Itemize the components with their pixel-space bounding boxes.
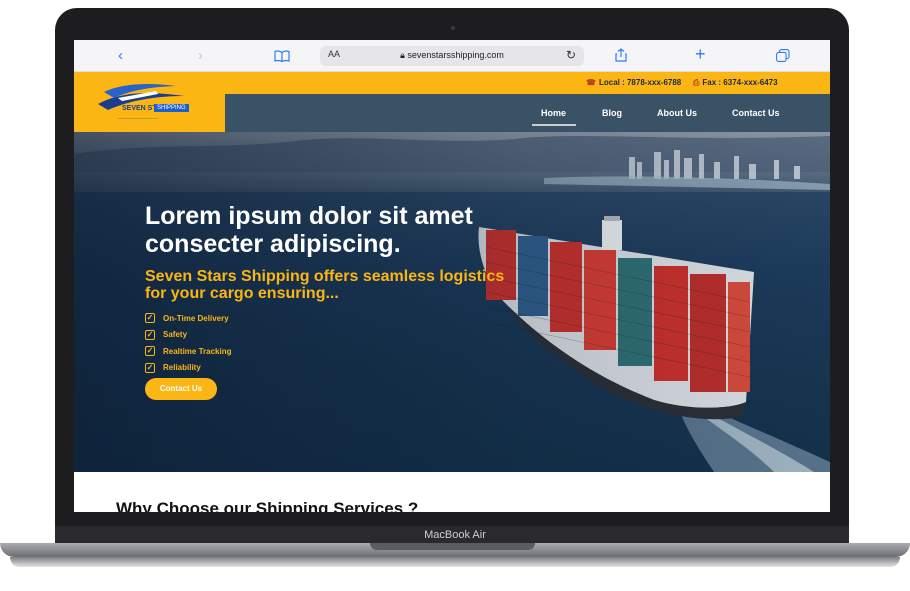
hero-title: Lorem ipsum dolor sit amet consecter adi… (145, 202, 473, 258)
hero-banner: Lorem ipsum dolor sit amet consecter adi… (74, 132, 830, 472)
fax-icon: ⎙ (693, 78, 700, 87)
book-icon[interactable] (274, 49, 290, 67)
feature-item: ✓ Safety (145, 329, 188, 340)
laptop-notch (370, 543, 535, 550)
hero-overlay (74, 132, 830, 472)
camera (451, 26, 455, 30)
feature-item: ✓ Realtime Tracking (145, 346, 232, 357)
tabs-icon[interactable] (776, 49, 790, 67)
address-bar[interactable]: AA 🔒︎ sevenstarsshipping.com ↻ (320, 46, 584, 66)
device-label: MacBook Air (424, 529, 486, 541)
chevron-left-icon[interactable]: ‹ (118, 47, 123, 65)
checkbox-icon: ✓ (145, 346, 155, 357)
reload-icon[interactable]: ↻ (566, 48, 576, 62)
active-nav-indicator (532, 124, 576, 126)
site-logo[interactable]: SEVEN STARS SHIPPING —————————— (74, 72, 225, 132)
url-value: sevenstarsshipping.com (407, 50, 504, 60)
fax-number: ⎙ Fax : 6374-xxx-6473 (693, 78, 778, 87)
main-nav: Home Blog About Us Contact Us (225, 94, 830, 132)
nav-home[interactable]: Home (541, 108, 566, 118)
feature-item: ✓ Reliability (145, 362, 201, 373)
plus-icon[interactable]: + (695, 45, 706, 63)
hero-subtitle: Seven Stars Shipping offers seamless log… (145, 268, 505, 302)
laptop-base-shadow (10, 557, 900, 567)
feature-list: ✓ On-Time Delivery ✓ Safety ✓ Realtime Trac… (145, 310, 231, 376)
nav-blog[interactable]: Blog (602, 108, 622, 118)
url-text: 🔒︎ sevenstarsshipping.com (400, 50, 504, 60)
logo-tagline-decoration: —————————— (118, 115, 158, 120)
nav-contact-us[interactable]: Contact Us (732, 108, 780, 118)
logo-tag: SHIPPING (154, 104, 189, 112)
chevron-right-icon[interactable]: › (198, 47, 203, 65)
feature-item: ✓ On-Time Delivery (145, 313, 229, 324)
section-title: Why Choose our Shipping Services ? (116, 499, 419, 512)
checkbox-icon: ✓ (145, 329, 155, 340)
browser-screen: ‹ › AA 🔒︎ sevenstarsshipping.com ↻ + ☎ Lo… (74, 40, 830, 512)
browser-toolbar: ‹ › AA 🔒︎ sevenstarsshipping.com ↻ + (74, 40, 830, 72)
nav-about-us[interactable]: About Us (657, 108, 697, 118)
checkbox-icon: ✓ (145, 362, 155, 373)
share-icon[interactable] (615, 48, 627, 67)
local-phone: ☎ Local : 7878-xxx-6788 (586, 78, 682, 87)
checkbox-icon: ✓ (145, 313, 155, 324)
phone-icon: ☎ (586, 78, 596, 87)
contact-us-button[interactable]: Contact Us (145, 378, 217, 400)
